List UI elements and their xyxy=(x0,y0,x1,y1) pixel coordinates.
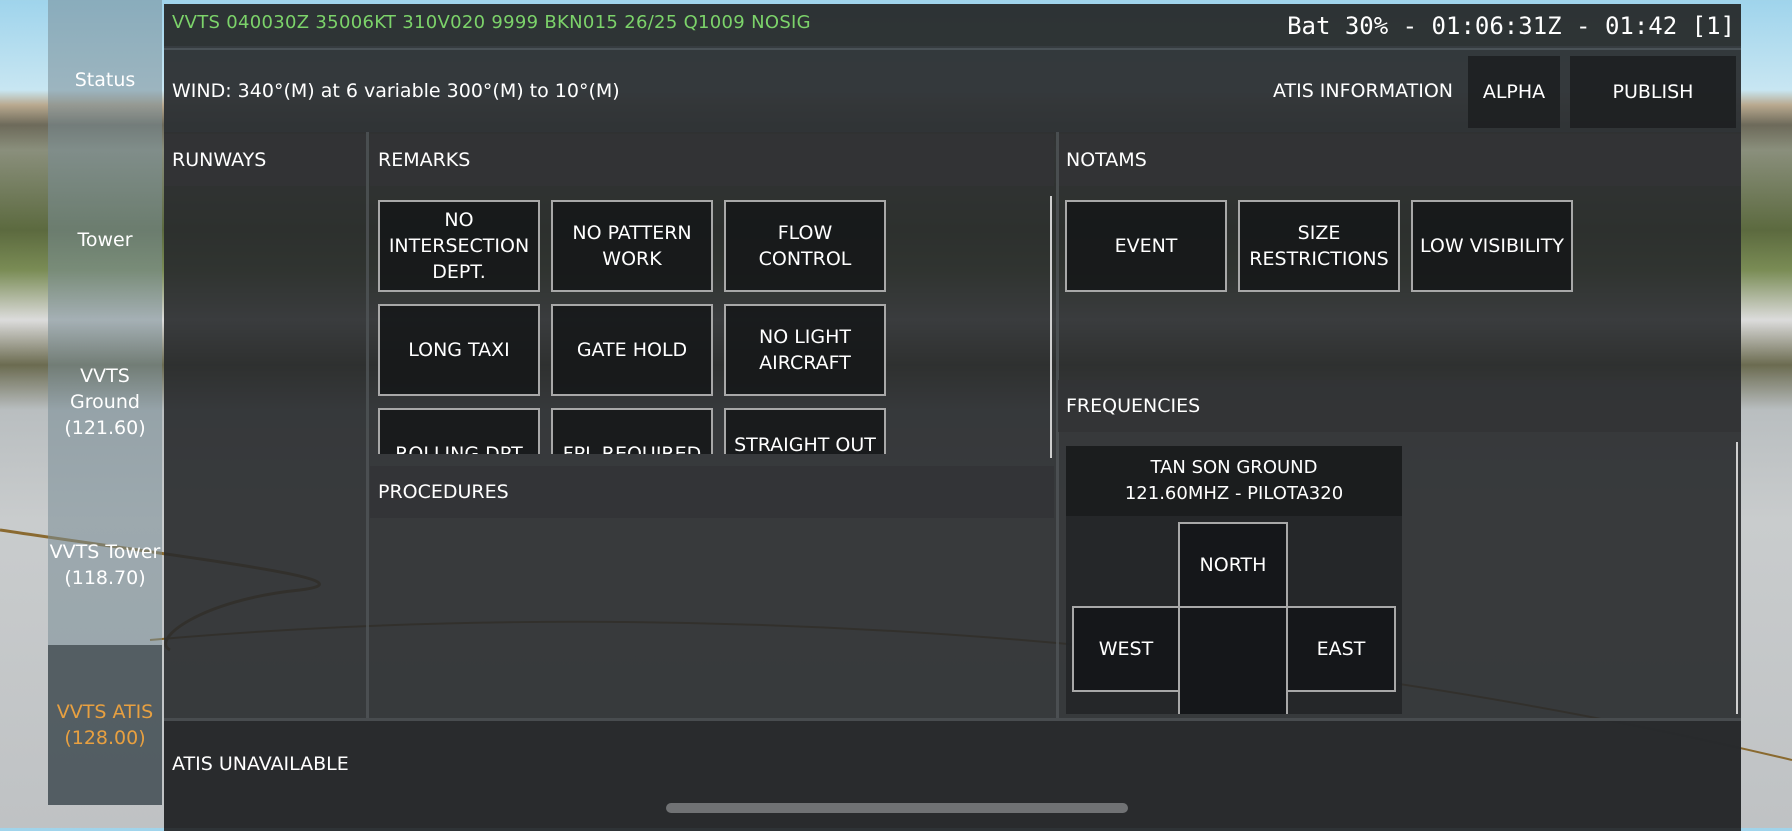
east-label: EAST xyxy=(1316,638,1366,660)
remark-tile[interactable]: NO LIGHT AIRCRAFT xyxy=(724,304,886,396)
remark-tile[interactable]: STRAIGHT OUT xyxy=(724,408,886,454)
sidebar-item-tower-freq[interactable]: VVTS Tower (118.70) xyxy=(48,537,162,593)
center-cell xyxy=(1178,606,1288,714)
sidebar-item-tower[interactable]: Tower xyxy=(48,220,162,260)
remark-tile[interactable]: FPL REQUIRED xyxy=(551,408,713,454)
notams-header: NOTAMS xyxy=(1058,134,1741,186)
frequencies-scrollbar[interactable] xyxy=(1736,442,1738,714)
remark-label: FLOW CONTROL xyxy=(758,222,852,270)
atis-status-text: ATIS UNAVAILABLE xyxy=(172,753,349,775)
atis-letter-button[interactable]: ALPHA xyxy=(1468,56,1560,128)
publish-label: PUBLISH xyxy=(1612,81,1694,103)
metar-text: VVTS 040030Z 35006KT 310V020 9999 BKN015… xyxy=(172,12,811,33)
atis-letter-label: ALPHA xyxy=(1482,81,1546,103)
frequencies-title: FREQUENCIES xyxy=(1066,395,1201,417)
east-button[interactable]: EAST xyxy=(1286,606,1396,692)
remark-tile[interactable]: LONG TAXI xyxy=(378,304,540,396)
remarks-header: REMARKS xyxy=(370,134,1054,186)
sidebar-item-atis[interactable]: VVTS ATIS (128.00) xyxy=(48,645,162,805)
atis-panel: VVTS 040030Z 35006KT 310V020 9999 BKN015… xyxy=(164,4,1741,831)
frequencies-header: FREQUENCIES xyxy=(1058,380,1741,432)
top-status-bar: VVTS 040030Z 35006KT 310V020 9999 BKN015… xyxy=(164,4,1741,46)
remark-tile[interactable]: NO INTERSECTION DEPT. xyxy=(378,200,540,292)
notam-tile[interactable]: SIZE RESTRICTIONS xyxy=(1238,200,1400,292)
notam-label: EVENT xyxy=(1114,235,1178,257)
runways-title: RUNWAYS xyxy=(172,149,267,171)
sidebar-item-status[interactable]: Status xyxy=(48,60,162,100)
west-label: WEST xyxy=(1098,638,1154,660)
horizontal-scrollbar[interactable] xyxy=(666,803,1128,813)
notams-title: NOTAMS xyxy=(1066,149,1147,171)
runways-header: RUNWAYS xyxy=(164,134,366,186)
notam-label: SIZE RESTRICTIONS xyxy=(1249,222,1389,270)
frequency-title: TAN SON GROUND 121.60MHZ - PILOTA320 xyxy=(1066,446,1402,516)
notam-tile[interactable]: LOW VISIBILITY xyxy=(1411,200,1573,292)
remark-tile[interactable]: FLOW CONTROL xyxy=(724,200,886,292)
remarks-scrollbar[interactable] xyxy=(1050,196,1052,458)
remark-tile[interactable]: ROLLING DPT xyxy=(378,408,540,454)
sidebar-item-label: Status xyxy=(74,69,136,91)
sidebar: Status Tower VVTS Ground (121.60) VVTS T… xyxy=(48,0,162,805)
atis-information-label: ATIS INFORMATION xyxy=(1272,80,1453,102)
divider xyxy=(366,132,369,718)
notam-tile[interactable]: EVENT xyxy=(1065,200,1227,292)
wind-bar: WIND: 340°(M) at 6 variable 300°(M) to 1… xyxy=(164,48,1741,132)
north-label: NORTH xyxy=(1199,554,1267,576)
frequency-card: TAN SON GROUND 121.60MHZ - PILOTA320 NOR… xyxy=(1066,446,1402,714)
remark-label: FPL REQUIRED xyxy=(562,443,702,454)
remarks-title: REMARKS xyxy=(378,149,471,171)
north-button[interactable]: NORTH xyxy=(1178,522,1288,608)
procedures-title: PROCEDURES xyxy=(378,481,509,503)
sidebar-item-label: VVTS Ground (121.60) xyxy=(64,365,146,439)
atis-status-bar: ATIS UNAVAILABLE xyxy=(164,718,1741,831)
remark-label: LONG TAXI xyxy=(408,339,510,361)
frequency-detail: 121.60MHZ - PILOTA320 xyxy=(1124,483,1344,504)
remark-label: NO LIGHT AIRCRAFT xyxy=(758,326,851,374)
remark-tile[interactable]: GATE HOLD xyxy=(551,304,713,396)
remark-label: NO PATTERN WORK xyxy=(572,222,692,270)
procedures-header: PROCEDURES xyxy=(370,466,1054,518)
notam-label: LOW VISIBILITY xyxy=(1420,235,1564,257)
sidebar-item-label: Tower xyxy=(77,229,133,251)
sidebar-item-label: VVTS ATIS (128.00) xyxy=(56,701,154,749)
publish-button[interactable]: PUBLISH xyxy=(1570,56,1736,128)
remarks-grid: NO INTERSECTION DEPT. NO PATTERN WORK FL… xyxy=(370,194,1054,454)
battery-clock-status: Bat 30% - 01:06:31Z - 01:42 [1] xyxy=(1287,12,1735,40)
remark-label: ROLLING DPT xyxy=(395,443,523,454)
sidebar-item-label: VVTS Tower (118.70) xyxy=(49,541,161,589)
west-button[interactable]: WEST xyxy=(1072,606,1180,692)
wind-text: WIND: 340°(M) at 6 variable 300°(M) to 1… xyxy=(172,80,620,102)
remark-label: STRAIGHT OUT xyxy=(734,434,876,454)
remark-label: GATE HOLD xyxy=(576,339,688,361)
frequency-name: TAN SON GROUND xyxy=(1150,457,1318,478)
sidebar-item-ground[interactable]: VVTS Ground (121.60) xyxy=(48,362,162,442)
remark-label: NO INTERSECTION DEPT. xyxy=(388,209,530,283)
remark-tile[interactable]: NO PATTERN WORK xyxy=(551,200,713,292)
